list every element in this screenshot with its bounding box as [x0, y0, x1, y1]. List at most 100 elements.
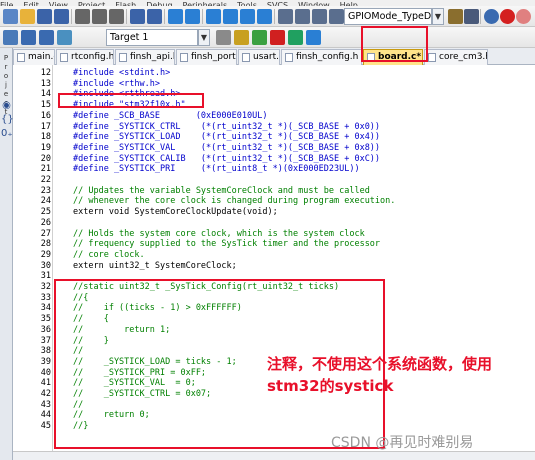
disable-breakpoint-icon[interactable]: [516, 9, 531, 24]
line-number: 14: [40, 89, 51, 100]
translate-icon[interactable]: [3, 30, 18, 45]
uncomment-icon[interactable]: [329, 9, 344, 24]
line-number: 30: [40, 260, 51, 271]
line-number: 12: [40, 68, 51, 78]
code-line: 20 #define _SYSTICK_CALIB (*(rt_uint32_t …: [13, 154, 535, 164]
code-text: extern void SystemCoreClockUpdate(void);: [73, 207, 278, 218]
tab-main-c[interactable]: main.c: [13, 49, 55, 65]
code-text: #define _SCB_BASE (0xE000E010UL): [73, 110, 268, 121]
redo-icon[interactable]: [147, 9, 162, 24]
event-recorder-icon[interactable]: [306, 30, 321, 45]
tab-finsh-config-h[interactable]: finsh_config.h: [281, 49, 362, 65]
tab-finsh-api-h[interactable]: finsh_api.h: [115, 49, 175, 65]
code-text: extern uint32_t SystemCoreClock;: [73, 260, 237, 271]
line-number: 35: [40, 314, 51, 325]
breakpoint-icon[interactable]: [500, 9, 515, 24]
save-all-icon[interactable]: [54, 9, 69, 24]
comment-icon[interactable]: [312, 9, 327, 24]
code-line: 28 // frequency supplied to the SysTick t…: [13, 239, 535, 249]
cut-icon[interactable]: [75, 9, 90, 24]
find-in-files-icon[interactable]: [448, 9, 463, 24]
pack-installer-icon[interactable]: [252, 30, 267, 45]
find-combo[interactable]: GPIOMode_TypeDef: [344, 8, 432, 25]
rebuild-icon[interactable]: [39, 30, 54, 45]
prev-bookmark-icon[interactable]: [223, 9, 238, 24]
tab-core-cm3-h[interactable]: core_cm3.h: [424, 49, 488, 65]
code-text: #define _SYSTICK_CALIB (*(rt_uint32_t *)…: [73, 153, 381, 164]
tab-usart-c[interactable]: usart.c: [238, 49, 280, 65]
toolbar-separator: [126, 9, 127, 24]
project-panel-strip: Project ◉ {} 0₊: [0, 48, 14, 460]
code-line: 13 #include <rthw.h>: [13, 79, 535, 89]
file-icon: [60, 53, 68, 62]
save-icon[interactable]: [37, 9, 52, 24]
templates-tab-icon[interactable]: 0₊: [1, 128, 13, 139]
code-text: #define _SYSTICK_VAL (*(rt_uint32_t *)(_…: [73, 142, 381, 153]
code-line: 22: [13, 175, 535, 185]
build-icon[interactable]: [21, 30, 36, 45]
line-number: 45: [40, 421, 51, 432]
annotation-text: 注释，不使用这个系统函数，使用 stm32的systick: [267, 353, 527, 397]
line-number: 18: [40, 132, 51, 143]
download-icon[interactable]: [57, 30, 72, 45]
code-line: 12 #include <stdint.h>: [13, 68, 535, 78]
line-number: 32: [40, 282, 51, 292]
toolbar-build: Target 1 ▼: [0, 27, 535, 48]
navigate-back-icon[interactable]: [168, 9, 183, 24]
line-number: 22: [40, 175, 51, 185]
line-number: 42: [40, 389, 51, 399]
navigate-forward-icon[interactable]: [185, 9, 200, 24]
functions-tab-icon[interactable]: {}: [1, 114, 14, 125]
paste-icon[interactable]: [109, 9, 124, 24]
line-number: 19: [40, 142, 51, 153]
tab-finsh-port-c[interactable]: finsh_port.c: [176, 49, 237, 65]
code-text: #include <rthw.h>: [73, 78, 160, 89]
target-dropdown-icon[interactable]: ▼: [198, 29, 210, 46]
tab-label: finsh_config.h: [296, 52, 359, 62]
next-bookmark-icon[interactable]: [240, 9, 255, 24]
code-line: 27 // Holds the system core clock, which …: [13, 229, 535, 239]
unindent-icon[interactable]: [295, 9, 310, 24]
code-text: // Updates the variable SystemCoreClock …: [73, 185, 370, 196]
clear-bookmarks-icon[interactable]: [257, 9, 272, 24]
tab-label: finsh_api.h: [130, 52, 175, 62]
code-text: #define _SYSTICK_PRI (*(rt_uint8_t *)(0x…: [73, 164, 360, 175]
tab-label: main.c: [28, 52, 54, 62]
tab-label: core_cm3.h: [439, 52, 488, 62]
copy-icon[interactable]: [92, 9, 107, 24]
books-icon[interactable]: [270, 30, 285, 45]
code-line: 24 // whenever the core clock is changed …: [13, 196, 535, 206]
open-folder-icon[interactable]: [20, 9, 35, 24]
target-options-icon[interactable]: [216, 30, 231, 45]
code-line: 19 #define _SYSTICK_VAL (*(rt_uint32_t *)…: [13, 143, 535, 153]
code-text: // frequency supplied to the SysTick tim…: [73, 239, 381, 250]
undo-icon[interactable]: [130, 9, 145, 24]
toolbar-separator: [202, 9, 203, 24]
find-combo-dropdown-icon[interactable]: ▼: [432, 8, 444, 25]
toolbar-separator: [480, 9, 481, 24]
file-icon: [242, 53, 250, 62]
bookmark-icon[interactable]: [206, 9, 221, 24]
toolbar-main: GPIOMode_TypeDef ▼: [0, 6, 535, 27]
debug-session-icon[interactable]: [484, 9, 499, 24]
books-tab-icon[interactable]: ◉: [1, 100, 12, 111]
line-number: 26: [40, 217, 51, 228]
line-number: 28: [40, 239, 51, 250]
find-icon[interactable]: [464, 9, 479, 24]
select-packs-icon[interactable]: [288, 30, 303, 45]
highlight-box-include: [58, 93, 204, 108]
line-number: 27: [40, 228, 51, 239]
target-select[interactable]: Target 1: [106, 29, 198, 46]
code-text: #define _SYSTICK_LOAD (*(rt_uint32_t *)(…: [73, 132, 381, 143]
line-number: 38: [40, 346, 51, 357]
code-line: 25 extern void SystemCoreClockUpdate(void…: [13, 207, 535, 217]
horizontal-scrollbar[interactable]: [13, 451, 535, 460]
line-number: 21: [40, 164, 51, 175]
toolbar-separator: [164, 9, 165, 24]
new-file-icon[interactable]: [3, 9, 18, 24]
tab-rtconfig-h[interactable]: rtconfig.h: [56, 49, 114, 65]
indent-icon[interactable]: [278, 9, 293, 24]
file-icon: [428, 53, 436, 62]
manage-components-icon[interactable]: [234, 30, 249, 45]
line-number: 36: [40, 324, 51, 335]
